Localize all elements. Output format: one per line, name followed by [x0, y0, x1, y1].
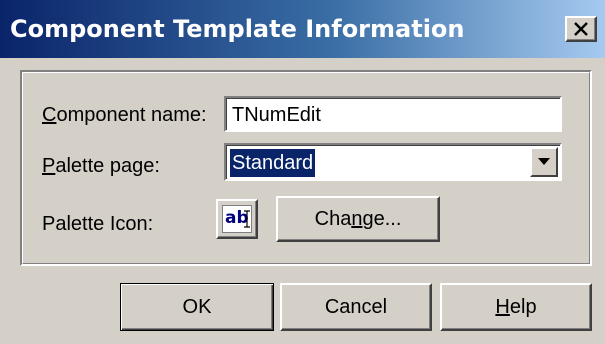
- cancel-button-label: Cancel: [324, 295, 388, 318]
- palette-page-dropdown-button[interactable]: [530, 147, 558, 177]
- palette-page-label-hotkey: P: [42, 155, 56, 177]
- ok-button-label: OK: [182, 295, 212, 318]
- palette-page-label-text: alette page:: [55, 155, 160, 177]
- change-button-text-before: Cha: [314, 207, 352, 230]
- change-button-text-after: ge...: [362, 207, 402, 230]
- change-icon-button[interactable]: Cha n ge...: [276, 196, 440, 242]
- help-button-hotkey: H: [495, 295, 510, 318]
- component-name-label-text: omponent name:: [56, 104, 207, 126]
- component-template-dialog: Component Template Information Component…: [0, 0, 605, 344]
- text-edit-icon: ab: [222, 205, 252, 233]
- component-name-input[interactable]: TNumEdit: [224, 96, 562, 132]
- help-button[interactable]: Help: [440, 283, 592, 331]
- cancel-button[interactable]: Cancel: [280, 283, 432, 331]
- help-button-label: elp: [509, 295, 537, 318]
- palette-page-label: Palette page:: [42, 154, 160, 178]
- ok-button[interactable]: OK: [120, 283, 274, 331]
- title-bar[interactable]: Component Template Information: [0, 0, 605, 58]
- chevron-down-icon: [538, 158, 550, 165]
- component-name-value: TNumEdit: [232, 104, 321, 126]
- change-button-hotkey: n: [351, 207, 363, 230]
- component-name-label-hotkey: C: [42, 104, 57, 126]
- window-title: Component Template Information: [10, 15, 465, 43]
- close-icon: [574, 22, 588, 36]
- palette-page-combobox[interactable]: Standard: [224, 143, 562, 181]
- palette-icon-label: Palette Icon:: [42, 213, 154, 235]
- palette-icon-button[interactable]: ab: [216, 199, 258, 239]
- text-cursor-icon: [244, 210, 250, 228]
- palette-page-selected-value: Standard: [230, 149, 316, 177]
- component-name-label: Component name:: [42, 103, 207, 127]
- close-button[interactable]: [565, 16, 597, 42]
